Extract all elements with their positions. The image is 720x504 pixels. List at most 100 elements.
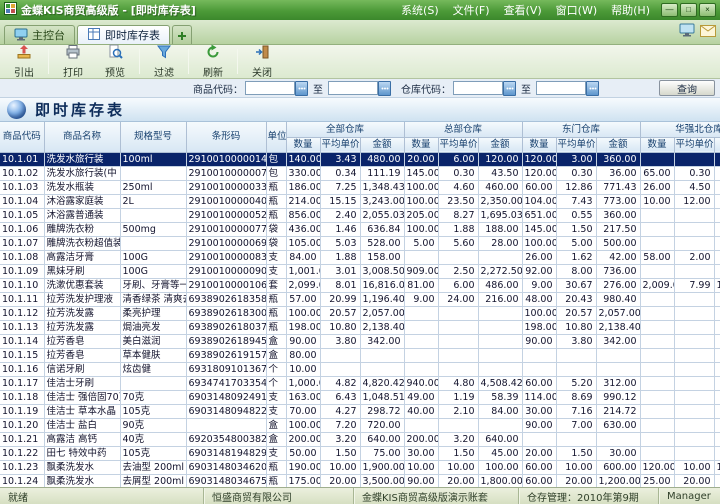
table-cell[interactable] xyxy=(640,320,674,334)
table-cell[interactable]: 90.00 xyxy=(522,334,556,348)
table-cell[interactable]: 10.1.07 xyxy=(0,236,44,250)
table-cell[interactable]: 10.1.18 xyxy=(0,390,44,404)
table-cell[interactable]: 牙刷、牙膏等一套 xyxy=(120,278,186,292)
sub-header[interactable]: 平均单价 xyxy=(438,137,478,152)
table-cell[interactable]: 2910010000077 xyxy=(186,222,266,236)
table-cell[interactable] xyxy=(640,418,674,432)
table-cell[interactable] xyxy=(714,446,720,460)
table-cell[interactable]: 5.20 xyxy=(556,376,596,390)
table-cell[interactable] xyxy=(674,236,714,250)
table-cell[interactable] xyxy=(640,334,674,348)
product-code-from-input[interactable] xyxy=(245,81,295,95)
table-cell[interactable]: 10.1.10 xyxy=(0,278,44,292)
table-cell[interactable] xyxy=(714,152,720,166)
table-cell[interactable]: 8.69 xyxy=(556,390,596,404)
table-cell[interactable] xyxy=(438,334,478,348)
table-cell[interactable]: 75.00 xyxy=(360,446,404,460)
table-cell[interactable]: 65.00 xyxy=(640,166,674,180)
sub-header[interactable]: 数量 xyxy=(286,137,320,152)
table-cell[interactable] xyxy=(714,320,720,334)
table-cell[interactable]: 高露洁 高钙 xyxy=(44,432,120,446)
table-cell[interactable]: 10.1.13 xyxy=(0,320,44,334)
table-row[interactable]: 10.1.18佳洁士 强倍固70克70克6903148092491支163.00… xyxy=(0,390,720,404)
table-cell[interactable]: 773.00 xyxy=(596,194,640,208)
table-cell[interactable]: 111.19 xyxy=(360,166,404,180)
close-button[interactable]: × xyxy=(699,3,716,17)
table-cell[interactable] xyxy=(404,334,438,348)
table-cell[interactable]: 90.00 xyxy=(522,418,556,432)
table-cell[interactable] xyxy=(478,348,522,362)
table-cell[interactable]: 10.1.01 xyxy=(0,152,44,166)
table-cell[interactable]: 6903148034675 xyxy=(186,474,266,487)
table-cell[interactable]: 120.00 xyxy=(522,152,556,166)
table-cell[interactable] xyxy=(478,250,522,264)
table-cell[interactable] xyxy=(360,348,404,362)
table-cell[interactable]: 4,820.42 xyxy=(360,376,404,390)
table-cell[interactable] xyxy=(320,362,360,376)
table-cell[interactable]: 16,054.00 xyxy=(714,278,720,292)
table-cell[interactable] xyxy=(438,348,478,362)
print-button[interactable]: 打印 xyxy=(52,46,94,77)
table-cell[interactable]: 0.30 xyxy=(438,166,478,180)
table-cell[interactable]: 342.00 xyxy=(596,334,640,348)
table-cell[interactable]: 1,196.40 xyxy=(360,292,404,306)
new-tab-button[interactable] xyxy=(172,25,192,44)
table-cell[interactable]: 6931809101367 xyxy=(186,362,266,376)
table-cell[interactable]: 40克 xyxy=(120,432,186,446)
table-cell[interactable] xyxy=(714,208,720,222)
table-cell[interactable] xyxy=(120,166,186,180)
column-header[interactable]: 条形码 xyxy=(186,122,266,152)
table-cell[interactable]: 100.00 xyxy=(522,236,556,250)
column-header[interactable]: 商品代码 xyxy=(0,122,44,152)
table-cell[interactable]: 1.88 xyxy=(320,250,360,264)
table-cell[interactable]: 6938902618945 xyxy=(186,334,266,348)
table-cell[interactable]: 100G xyxy=(120,264,186,278)
table-cell[interactable]: 26.00 xyxy=(522,250,556,264)
table-cell[interactable]: 盒 xyxy=(266,432,286,446)
table-cell[interactable]: 50.00 xyxy=(286,446,320,460)
table-cell[interactable]: 120.00 xyxy=(478,152,522,166)
table-cell[interactable]: 9.00 xyxy=(522,278,556,292)
restore-button[interactable]: □ xyxy=(680,3,697,17)
warehouse-group-header[interactable]: 全部仓库 xyxy=(286,122,404,137)
table-cell[interactable]: 1,200.00 xyxy=(596,474,640,487)
table-cell[interactable] xyxy=(522,348,556,362)
table-row[interactable]: 10.1.10洗漱优惠套装牙刷、牙膏等一套2910010000106套2,099… xyxy=(0,278,720,292)
table-cell[interactable]: 6934741703354 xyxy=(186,376,266,390)
table-cell[interactable]: 640.00 xyxy=(360,432,404,446)
table-cell[interactable]: 145.00 xyxy=(404,166,438,180)
table-cell[interactable] xyxy=(714,404,720,418)
tab-inventory-report[interactable]: 即时库存表 xyxy=(77,25,170,44)
filter-button[interactable]: 过滤 xyxy=(143,46,185,77)
table-cell[interactable] xyxy=(438,362,478,376)
table-cell[interactable]: 980.40 xyxy=(596,292,640,306)
table-cell[interactable]: 7.16 xyxy=(556,404,596,418)
refresh-button[interactable]: 刷新 xyxy=(192,46,234,77)
table-cell[interactable]: 58.00 xyxy=(640,250,674,264)
table-cell[interactable]: 20.00 xyxy=(438,474,478,487)
menu-system[interactable]: 系统(S) xyxy=(394,1,446,19)
table-cell[interactable]: 200.00 xyxy=(404,432,438,446)
table-row[interactable]: 10.1.01洗发水旅行装100ml2910010000014包140.003.… xyxy=(0,152,720,166)
table-cell[interactable]: 6938902619157 xyxy=(186,348,266,362)
table-cell[interactable]: 10.1.02 xyxy=(0,166,44,180)
table-cell[interactable]: 4.27 xyxy=(320,404,360,418)
table-cell[interactable]: 5.00 xyxy=(556,236,596,250)
table-cell[interactable] xyxy=(404,418,438,432)
table-cell[interactable]: 雕牌洗衣粉 xyxy=(44,222,120,236)
table-cell[interactable] xyxy=(714,390,720,404)
preview-button[interactable]: 预览 xyxy=(94,46,136,77)
table-cell[interactable]: 2910010000090 xyxy=(186,264,266,278)
table-cell[interactable]: 6920354800382 xyxy=(186,432,266,446)
table-cell[interactable]: 105克 xyxy=(120,446,186,460)
table-cell[interactable]: 360.00 xyxy=(596,152,640,166)
table-cell[interactable]: 2,057.00 xyxy=(360,306,404,320)
table-cell[interactable]: 58.39 xyxy=(478,390,522,404)
table-cell[interactable] xyxy=(714,292,720,306)
table-cell[interactable]: 28.00 xyxy=(478,236,522,250)
table-cell[interactable]: 19.50 xyxy=(714,166,720,180)
table-cell[interactable]: 10.1.12 xyxy=(0,306,44,320)
table-row[interactable]: 10.1.05沐浴露普通装2910010000052瓶856.002.402,0… xyxy=(0,208,720,222)
table-cell[interactable]: 清香绿茶 清爽去油 xyxy=(120,292,186,306)
table-cell[interactable]: 600.00 xyxy=(596,460,640,474)
